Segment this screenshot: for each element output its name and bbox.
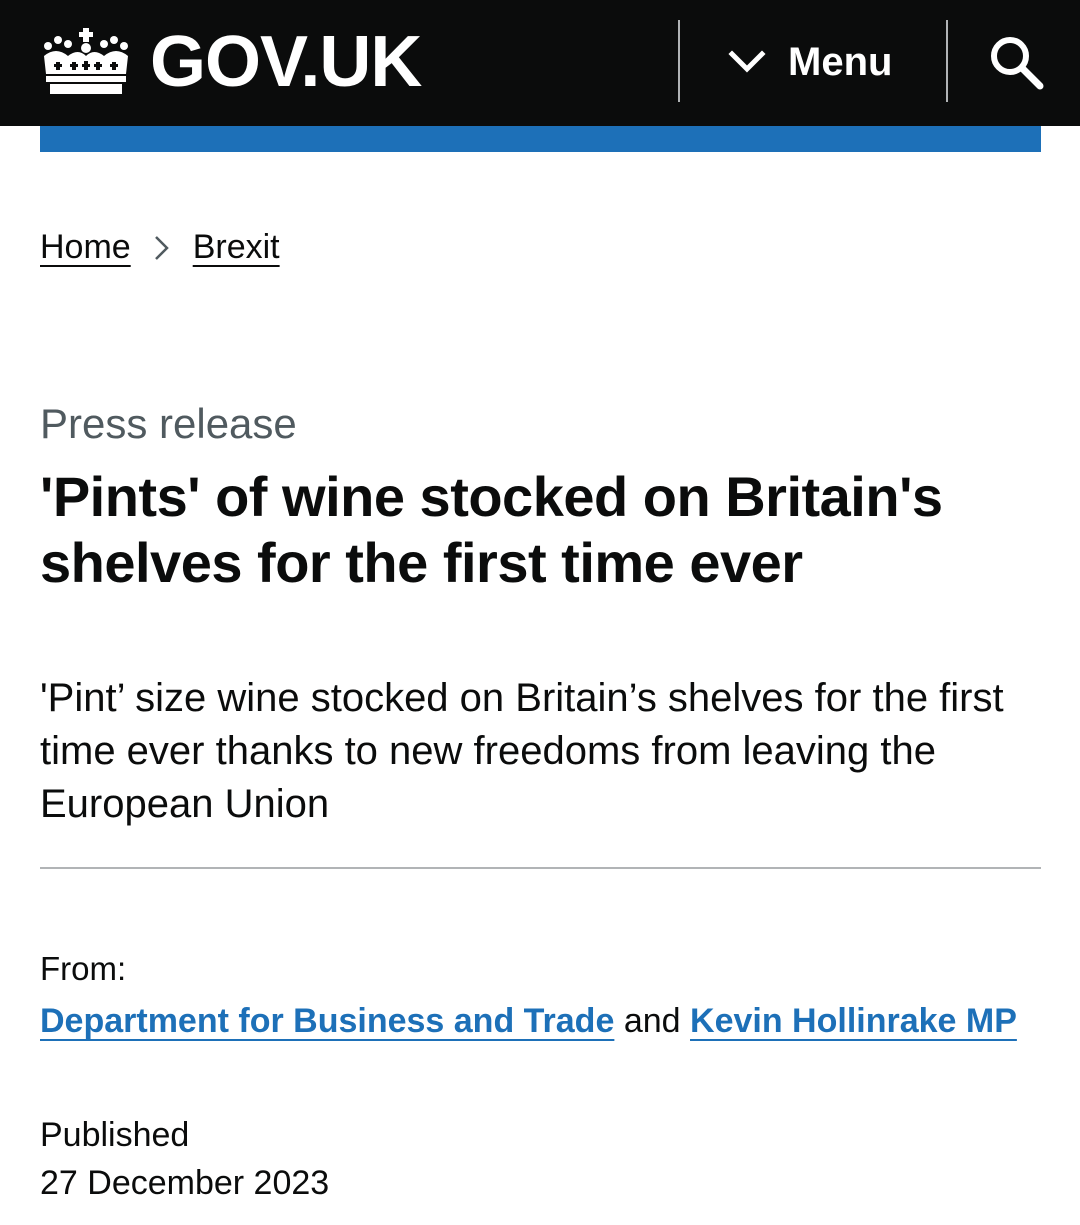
section-divider: [40, 867, 1041, 869]
chevron-down-icon: [728, 50, 766, 73]
header-accent-bar: [40, 126, 1041, 152]
breadcrumb-item-brexit[interactable]: Brexit: [193, 228, 280, 267]
from-label: From:: [40, 950, 127, 987]
from-organisations: Department for Business and Trade and Ke…: [40, 996, 1040, 1046]
breadcrumb: Home Brexit: [40, 228, 280, 267]
menu-button[interactable]: Menu: [728, 28, 918, 96]
published-date: 27 December 2023: [40, 1164, 330, 1202]
search-button[interactable]: [984, 30, 1048, 94]
breadcrumb-item-home[interactable]: Home: [40, 228, 131, 267]
header-divider: [678, 20, 680, 102]
page-title: 'Pints' of wine stocked on Britain's she…: [40, 465, 943, 594]
chevron-right-icon: [154, 235, 169, 260]
organisation-link-dbt[interactable]: Department for Business and Trade: [40, 1002, 614, 1040]
header-divider: [946, 20, 948, 102]
lead-paragraph: 'Pint’ size wine stocked on Britain’s sh…: [40, 676, 1004, 826]
document-type-caption: Press release: [40, 400, 297, 447]
crown-icon: [44, 28, 128, 94]
govuk-logo-link[interactable]: GOV.UK: [38, 22, 422, 102]
site-header: GOV.UK Menu: [0, 0, 1080, 126]
search-icon: [991, 37, 1044, 90]
organisation-link-kevin-hollinrake[interactable]: Kevin Hollinrake MP: [690, 1002, 1017, 1040]
conjunction-text: and: [623, 1002, 681, 1040]
govuk-logo-text: GOV.UK: [150, 22, 422, 102]
menu-label: Menu: [788, 39, 893, 84]
published-label: Published: [40, 1116, 190, 1154]
